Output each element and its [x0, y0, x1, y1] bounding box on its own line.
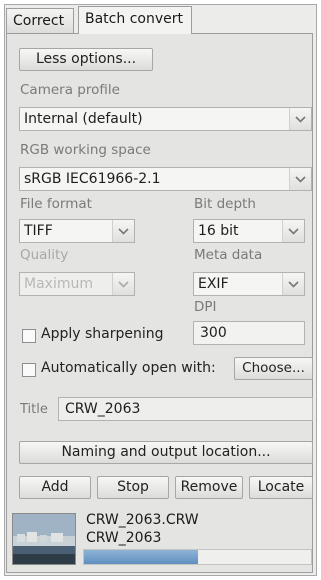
bit-depth-label: Bit depth: [194, 196, 256, 212]
add-button[interactable]: Add: [19, 476, 91, 499]
choose-app-button[interactable]: Choose...: [234, 357, 313, 380]
quality-value: Maximum: [24, 276, 93, 292]
progress-fill: [84, 550, 198, 564]
camera-profile-value: Internal (default): [24, 111, 143, 127]
chevron-down-icon: [282, 273, 304, 295]
quality-select: Maximum: [19, 272, 135, 296]
chevron-down-icon: [282, 220, 304, 242]
auto-open-label: Automatically open with:: [41, 360, 216, 376]
file-format-label: File format: [20, 196, 92, 212]
meta-data-select[interactable]: EXIF: [193, 272, 305, 296]
naming-output-location-button[interactable]: Naming and output location...: [19, 441, 313, 464]
auto-open-checkbox[interactable]: [22, 363, 36, 377]
chevron-down-icon: [112, 273, 134, 295]
title-label: Title: [20, 402, 48, 417]
queue-item-filename: CRW_2063.CRW: [86, 512, 199, 528]
rgb-working-space-value: sRGB IEC61966-2.1: [24, 171, 161, 187]
rgb-working-space-label: RGB working space: [20, 142, 151, 158]
batch-convert-panel: Less options... Camera profile Internal …: [6, 33, 313, 573]
camera-profile-select[interactable]: Internal (default): [19, 107, 312, 131]
locate-button[interactable]: Locate: [249, 476, 313, 499]
stop-button[interactable]: Stop: [97, 476, 169, 499]
less-options-button[interactable]: Less options...: [19, 48, 153, 71]
title-field[interactable]: CRW_2063: [58, 397, 313, 421]
remove-button[interactable]: Remove: [175, 476, 243, 499]
meta-data-value: EXIF: [198, 276, 229, 292]
bit-depth-select[interactable]: 16 bit: [193, 219, 305, 243]
chevron-down-icon: [289, 108, 311, 130]
queue-item-progress-bar: [83, 549, 312, 565]
dpi-label: DPI: [194, 299, 217, 315]
queue-item-title: CRW_2063: [86, 530, 162, 546]
file-format-value: TIFF: [24, 223, 53, 239]
dpi-field[interactable]: 300: [193, 321, 305, 345]
rgb-working-space-select[interactable]: sRGB IEC61966-2.1: [19, 167, 312, 191]
meta-data-label: Meta data: [194, 247, 263, 263]
file-format-select[interactable]: TIFF: [19, 219, 135, 243]
bit-depth-value: 16 bit: [198, 223, 239, 239]
apply-sharpening-label: Apply sharpening: [41, 326, 164, 342]
camera-profile-label: Camera profile: [20, 82, 120, 98]
quality-label: Quality: [20, 247, 69, 263]
chevron-down-icon: [289, 168, 311, 190]
queue-thumbnail[interactable]: [12, 513, 76, 565]
chevron-down-icon: [112, 220, 134, 242]
tab-batch-convert[interactable]: Batch convert: [78, 6, 192, 34]
apply-sharpening-checkbox[interactable]: [22, 329, 36, 343]
tab-correct[interactable]: Correct: [6, 8, 74, 34]
